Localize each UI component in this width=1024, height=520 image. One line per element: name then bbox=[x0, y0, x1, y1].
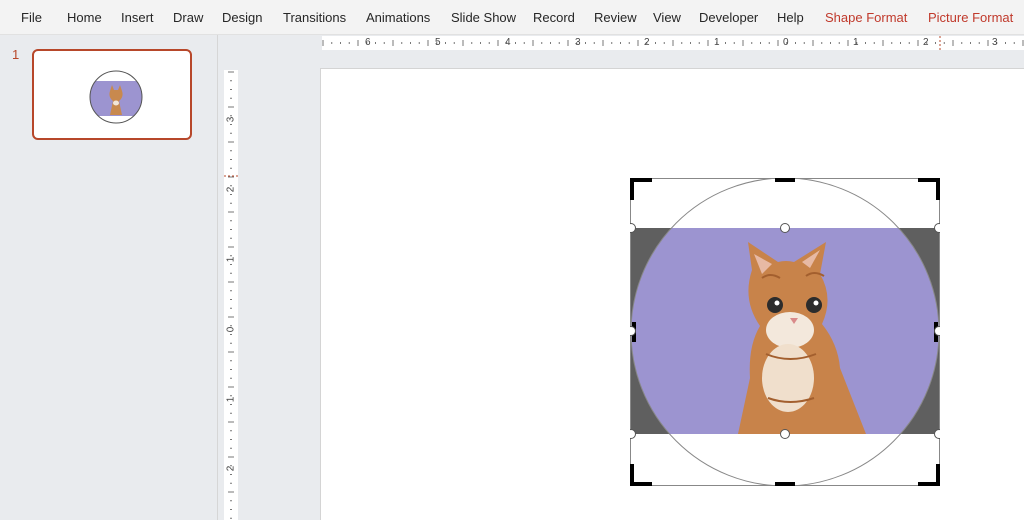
tab-shape-format[interactable]: Shape Format bbox=[825, 10, 907, 25]
ruler-label: 1 bbox=[225, 256, 237, 263]
ruler-label: 1 bbox=[225, 396, 237, 403]
tab-home[interactable]: Home bbox=[67, 10, 102, 25]
tab-animations[interactable]: Animations bbox=[366, 10, 430, 25]
ruler-label: 0 bbox=[225, 326, 237, 333]
ruler-label: 2 bbox=[225, 465, 237, 472]
cropped-kitten-picture[interactable] bbox=[630, 178, 940, 486]
thumbnail-preview bbox=[89, 70, 143, 124]
ruler-label: 2 bbox=[923, 37, 929, 48]
tab-draw[interactable]: Draw bbox=[173, 10, 203, 25]
vertical-ruler: 3 2 1 0 1 2 bbox=[224, 70, 238, 520]
tab-file[interactable]: File bbox=[21, 10, 42, 25]
ruler-label: 0 bbox=[783, 37, 789, 48]
ruler-label: 1 bbox=[714, 37, 720, 48]
tab-help[interactable]: Help bbox=[777, 10, 804, 25]
ruler-label: 6 bbox=[365, 37, 371, 48]
tab-developer[interactable]: Developer bbox=[699, 10, 758, 25]
ribbon-tab-bar: File Home Insert Draw Design Transitions… bbox=[0, 0, 1024, 35]
ruler-label: 3 bbox=[575, 37, 581, 48]
tab-record[interactable]: Record bbox=[533, 10, 575, 25]
ruler-label: 2 bbox=[225, 186, 237, 193]
tab-picture-format[interactable]: Picture Format bbox=[928, 10, 1013, 25]
horizontal-ruler: 6 5 4 3 2 1 0 1 2 3 bbox=[322, 36, 1024, 50]
tab-design[interactable]: Design bbox=[222, 10, 262, 25]
slide-number: 1 bbox=[12, 47, 20, 62]
ruler-label: 2 bbox=[644, 37, 650, 48]
tab-view[interactable]: View bbox=[653, 10, 681, 25]
ruler-ticks bbox=[224, 71, 238, 519]
tab-transitions[interactable]: Transitions bbox=[283, 10, 346, 25]
tab-review[interactable]: Review bbox=[594, 10, 637, 25]
ruler-ticks bbox=[322, 36, 1024, 50]
ruler-label: 3 bbox=[992, 37, 998, 48]
tab-insert[interactable]: Insert bbox=[121, 10, 154, 25]
ruler-label: 5 bbox=[435, 37, 441, 48]
slide-thumbnail[interactable] bbox=[32, 49, 192, 140]
ruler-label: 3 bbox=[225, 116, 237, 123]
tab-slide-show[interactable]: Slide Show bbox=[451, 10, 516, 25]
ruler-label: 4 bbox=[505, 37, 511, 48]
ruler-label: 1 bbox=[853, 37, 859, 48]
